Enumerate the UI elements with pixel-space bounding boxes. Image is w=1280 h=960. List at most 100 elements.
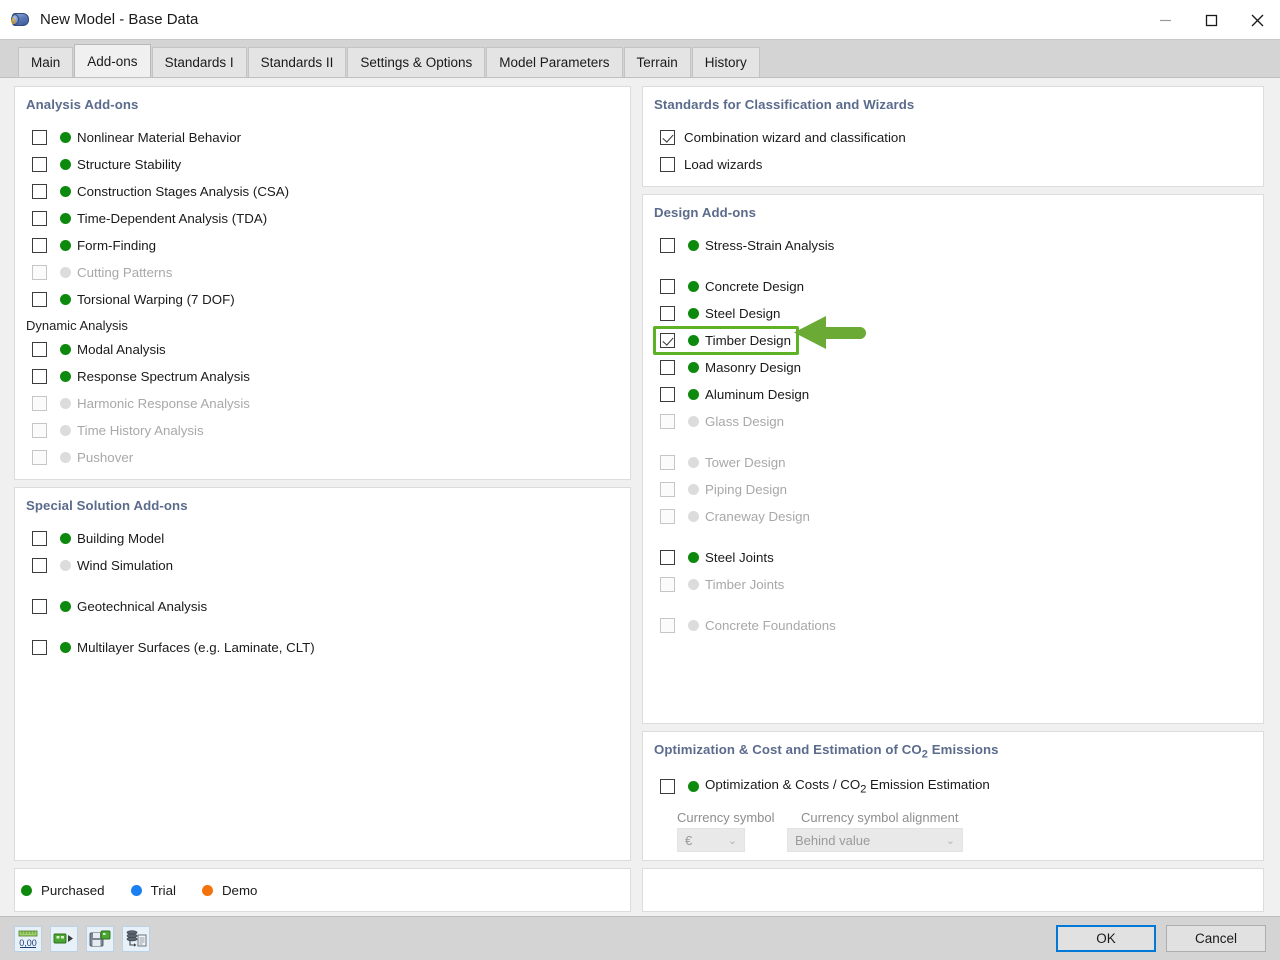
model-cube-icon: 6	[10, 9, 32, 31]
cancel-button[interactable]: Cancel	[1166, 925, 1266, 952]
dialog-content: Analysis Add-ons Nonlinear Material Beha…	[0, 78, 1280, 916]
checkbox-row-response-spectrum-analysis[interactable]: Response Spectrum Analysis	[25, 363, 620, 390]
currency-symbol-dropdown[interactable]: € ⌄	[677, 828, 745, 852]
checkbox-building-model[interactable]	[32, 531, 47, 546]
checkbox-form-finding[interactable]	[32, 238, 47, 253]
checkbox-nonlinear-material-behavior[interactable]	[32, 130, 47, 145]
checkbox-row-masonry-design[interactable]: Masonry Design	[653, 354, 1253, 381]
checkbox-steel-design[interactable]	[660, 306, 675, 321]
currency-symbol-value: €	[685, 833, 692, 848]
license-dot-purchased	[21, 885, 32, 896]
checkbox-row-modal-analysis[interactable]: Modal Analysis	[25, 336, 620, 363]
checkbox-structure-stability[interactable]	[32, 157, 47, 172]
tab-model-parameters[interactable]: Model Parameters	[486, 47, 622, 77]
license-dot-none	[688, 511, 699, 522]
tab-settings-options[interactable]: Settings & Options	[347, 47, 485, 77]
checkbox-row-structure-stability[interactable]: Structure Stability	[25, 151, 620, 178]
tab-standards-i[interactable]: Standards I	[152, 47, 247, 77]
checkbox-load-wizards[interactable]	[660, 157, 675, 172]
tab-add-ons[interactable]: Add-ons	[74, 44, 150, 77]
tab-standards-ii[interactable]: Standards II	[248, 47, 347, 77]
checkbox-row-tower-design: Tower Design	[653, 449, 1253, 476]
close-button[interactable]	[1234, 0, 1280, 40]
checkbox-row-combination-wizard-and-classification[interactable]: Combination wizard and classification	[653, 124, 1253, 151]
optimization-title-part1: Optimization & Cost and Estimation of CO	[654, 742, 922, 757]
checkbox-row-multilayer-surfaces-e-g-laminate-clt[interactable]: Multilayer Surfaces (e.g. Laminate, CLT)	[25, 634, 620, 661]
window-controls	[1142, 0, 1280, 39]
license-dot-none	[60, 425, 71, 436]
currency-alignment-label: Currency symbol alignment	[801, 810, 959, 825]
checkbox-stress-strain-analysis[interactable]	[660, 238, 675, 253]
label-craneway-design: Craneway Design	[705, 509, 810, 524]
label-nonlinear-material-behavior: Nonlinear Material Behavior	[77, 130, 241, 145]
minimize-button[interactable]	[1142, 0, 1188, 40]
checkbox-geotechnical-analysis[interactable]	[32, 599, 47, 614]
license-legend-panel: PurchasedTrialDemo	[14, 868, 631, 912]
checkbox-row-time-dependent-analysis-tda[interactable]: Time-Dependent Analysis (TDA)	[25, 205, 620, 232]
license-dot-purchased	[60, 213, 71, 224]
right-spacer-panel	[642, 868, 1264, 912]
checkbox-multilayer-surfaces-e-g-laminate-clt[interactable]	[32, 640, 47, 655]
label-concrete-design: Concrete Design	[705, 279, 804, 294]
optimization-label-part1: Optimization & Costs / CO	[705, 777, 860, 792]
tab-history[interactable]: History	[692, 47, 760, 77]
checkbox-time-dependent-analysis-tda[interactable]	[32, 211, 47, 226]
currency-alignment-dropdown[interactable]: Behind value ⌄	[787, 828, 963, 852]
checkbox-masonry-design[interactable]	[660, 360, 675, 375]
checkbox-row-nonlinear-material-behavior[interactable]: Nonlinear Material Behavior	[25, 124, 620, 151]
checkbox-construction-stages-analysis-csa[interactable]	[32, 184, 47, 199]
database-doc-icon[interactable]	[122, 926, 150, 952]
checkbox-pushover	[32, 450, 47, 465]
checkbox-optimization-costs[interactable]	[660, 779, 675, 794]
license-dot-purchased	[60, 601, 71, 612]
checkbox-row-piping-design: Piping Design	[653, 476, 1253, 503]
checkbox-row-optimization-costs[interactable]: Optimization & Costs / CO2 Emission Esti…	[653, 773, 1253, 800]
tab-main[interactable]: Main	[18, 47, 73, 77]
checkbox-torsional-warping-7-dof[interactable]	[32, 292, 47, 307]
import-model-icon[interactable]	[50, 926, 78, 952]
label-harmonic-response-analysis: Harmonic Response Analysis	[77, 396, 250, 411]
checkbox-wind-simulation[interactable]	[32, 558, 47, 573]
checkbox-response-spectrum-analysis[interactable]	[32, 369, 47, 384]
tab-terrain[interactable]: Terrain	[624, 47, 691, 77]
chevron-down-icon: ⌄	[946, 834, 955, 847]
checkbox-concrete-design[interactable]	[660, 279, 675, 294]
label-modal-analysis: Modal Analysis	[77, 342, 166, 357]
maximize-button[interactable]	[1188, 0, 1234, 40]
license-dot-purchased	[688, 389, 699, 400]
checkbox-row-aluminum-design[interactable]: Aluminum Design	[653, 381, 1253, 408]
checkbox-aluminum-design[interactable]	[660, 387, 675, 402]
checkbox-steel-joints[interactable]	[660, 550, 675, 565]
checkbox-row-geotechnical-analysis[interactable]: Geotechnical Analysis	[25, 593, 620, 620]
label-aluminum-design: Aluminum Design	[705, 387, 809, 402]
checkbox-modal-analysis[interactable]	[32, 342, 47, 357]
checkbox-combination-wizard-and-classification[interactable]	[660, 130, 675, 145]
label-timber-design: Timber Design	[705, 333, 791, 348]
checkbox-row-steel-joints[interactable]: Steel Joints	[653, 544, 1253, 571]
license-dot-purchased	[688, 308, 699, 319]
units-icon[interactable]: 0,00	[14, 926, 42, 952]
license-dot-purchased	[60, 240, 71, 251]
checkbox-row-steel-design[interactable]: Steel Design	[653, 300, 1253, 327]
license-dot-purchased	[688, 781, 699, 792]
legend-label-demo: Demo	[222, 883, 257, 898]
license-dot-purchased	[688, 552, 699, 563]
checkbox-row-form-finding[interactable]: Form-Finding	[25, 232, 620, 259]
license-dot-demo	[202, 885, 213, 896]
checkbox-craneway-design	[660, 509, 675, 524]
checkbox-row-concrete-design[interactable]: Concrete Design	[653, 273, 1253, 300]
checkbox-cutting-patterns	[32, 265, 47, 280]
label-combination-wizard-and-classification: Combination wizard and classification	[684, 130, 906, 145]
ok-button[interactable]: OK	[1056, 925, 1156, 952]
checkbox-row-building-model[interactable]: Building Model	[25, 525, 620, 552]
currency-controls: € ⌄ Behind value ⌄	[677, 828, 1253, 852]
dynamic-analysis-subhead: Dynamic Analysis	[26, 318, 620, 333]
save-template-icon[interactable]	[86, 926, 114, 952]
checkbox-row-construction-stages-analysis-csa[interactable]: Construction Stages Analysis (CSA)	[25, 178, 620, 205]
checkbox-row-stress-strain-analysis[interactable]: Stress-Strain Analysis	[653, 232, 1253, 259]
checkbox-timber-design[interactable]	[660, 333, 675, 348]
checkbox-row-load-wizards[interactable]: Load wizards	[653, 151, 1253, 178]
checkbox-row-torsional-warping-7-dof[interactable]: Torsional Warping (7 DOF)	[25, 286, 620, 313]
checkbox-row-wind-simulation[interactable]: Wind Simulation	[25, 552, 620, 579]
checkbox-row-timber-design[interactable]: Timber Design	[653, 327, 1253, 354]
